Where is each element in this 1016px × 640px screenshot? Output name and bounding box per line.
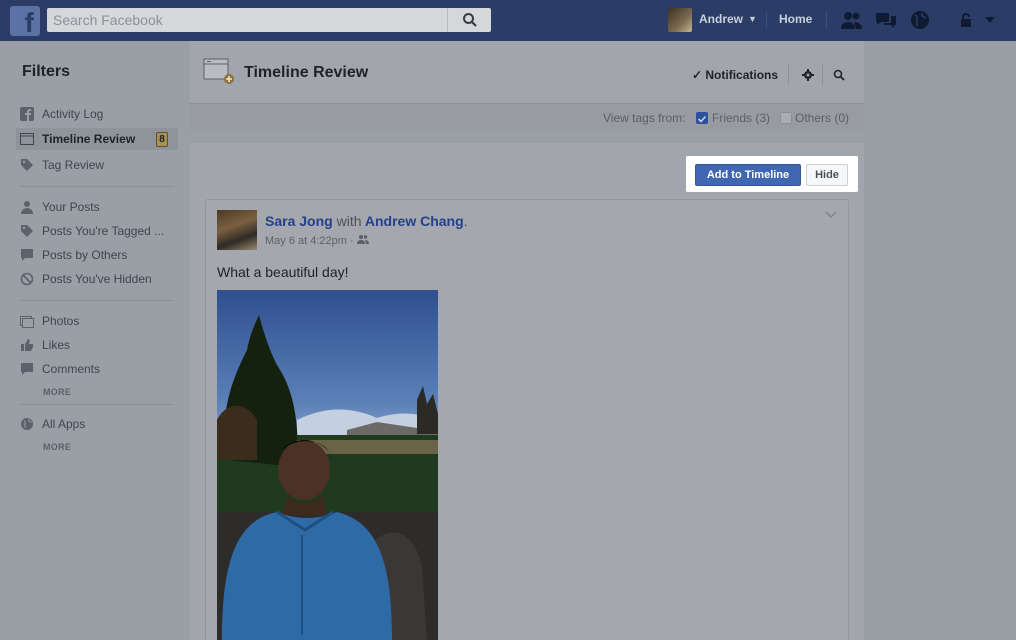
sidebar-item-comments[interactable]: Comments [20,358,180,380]
sidebar-item-label: Activity Log [42,107,104,121]
thumbs-up-icon [20,338,34,352]
sidebar-item-activity-log[interactable]: Activity Log [20,103,180,125]
post-photo[interactable] [217,290,438,640]
page-header: Timeline Review ✓ Notifications [190,41,864,104]
avatar[interactable] [668,8,692,32]
divider [20,186,174,187]
more-link[interactable]: MORE [43,442,71,452]
friend-requests-icon[interactable] [840,9,864,31]
sidebar-item-label: All Apps [42,417,86,431]
divider [826,11,827,29]
sidebar-item-your-posts[interactable]: Your Posts [20,196,180,218]
sidebar-item-label: Posts You've Hidden [42,272,152,286]
search-box [47,8,491,32]
hidden-icon [20,272,34,286]
settings-button[interactable] [800,67,816,83]
person-icon [20,200,34,214]
sidebar-item-posts-by-others[interactable]: Posts by Others [20,244,180,266]
chevron-down-icon[interactable]: ▼ [748,14,757,24]
post-date-text[interactable]: May 6 at 4:22pm · [265,235,357,247]
top-bar: f Andrew ▼ Home [0,0,1016,41]
globe-icon[interactable] [908,9,932,31]
sidebar-item-label: Your Posts [42,200,100,214]
friends-checkbox[interactable] [696,112,708,124]
with-text: with [336,213,362,229]
post-timestamp: May 6 at 4:22pm · [265,234,369,247]
sidebar-item-label: Posts You're Tagged ... [42,224,165,238]
divider [20,300,174,301]
notifications-toggle[interactable]: ✓ Notifications [692,68,778,82]
sidebar-title: Filters [22,63,71,80]
notifications-label: Notifications [705,68,779,82]
search-button[interactable] [831,67,847,83]
post-header: Sara Jong with Andrew Chang. [265,213,468,229]
tag-icon [20,158,34,172]
author-link[interactable]: Sara Jong [265,213,333,229]
view-tags-label: View tags from: [603,111,686,125]
sidebar-item-posts-tagged[interactable]: Posts You're Tagged ... [20,220,180,242]
sidebar-item-label: Likes [42,338,71,352]
gear-icon [802,69,814,81]
others-filter-label[interactable]: Others (0) [795,111,849,125]
sidebar-item-label: Photos [42,314,80,328]
sidebar-item-tag-review[interactable]: Tag Review [20,154,180,176]
photos-icon [20,314,34,328]
sidebar-item-label: Posts by Others [42,248,128,262]
search-icon [462,13,477,27]
tagged-user-link[interactable]: Andrew Chang [365,213,464,229]
profile-link[interactable]: Andrew [699,12,743,26]
divider [788,63,789,85]
sidebar-item-posts-hidden[interactable]: Posts You've Hidden [20,268,180,290]
period-text: . [463,213,468,229]
globe-icon [20,417,34,431]
sidebar-item-label: Comments [42,362,101,376]
messages-icon[interactable] [874,9,898,31]
comment-icon [20,362,34,376]
count-badge: 8 [156,132,168,147]
friends-filter-label[interactable]: Friends (3) [712,111,770,125]
sidebar-item-likes[interactable]: Likes [20,334,180,356]
sidebar-item-photos[interactable]: Photos [20,310,180,332]
page-title: Timeline Review [244,64,369,81]
fb-square-icon [20,107,34,121]
tag-icon [20,224,34,238]
sidebar-item-label: Timeline Review [42,132,136,146]
divider [20,404,174,405]
others-checkbox[interactable] [780,112,792,124]
sidebar-item-timeline-review[interactable]: Timeline Review 8 [16,128,178,150]
divider [822,63,823,85]
more-link[interactable]: MORE [43,387,71,397]
post-text: What a beautiful day! [217,264,349,280]
chevron-down-icon[interactable] [982,9,998,31]
timeline-review-icon [203,57,235,85]
search-button[interactable] [447,8,491,32]
sidebar-item-all-apps[interactable]: All Apps [20,413,180,435]
comment-icon [20,248,34,262]
search-input[interactable] [47,8,447,32]
hide-button[interactable]: Hide [806,164,848,186]
facebook-logo-icon[interactable]: f [10,6,40,36]
lock-icon[interactable] [954,9,978,31]
sidebar-item-label: Tag Review [42,158,105,172]
home-link[interactable]: Home [779,12,812,26]
audience-friends-icon[interactable] [356,235,369,247]
author-avatar[interactable] [217,210,257,250]
checkmark-icon: ✓ [692,68,706,82]
timeline-icon [20,132,34,146]
post-options-chevron-icon[interactable] [825,211,837,222]
divider [766,11,767,29]
add-to-timeline-button[interactable]: Add to Timeline [695,164,801,186]
search-icon [833,69,845,81]
